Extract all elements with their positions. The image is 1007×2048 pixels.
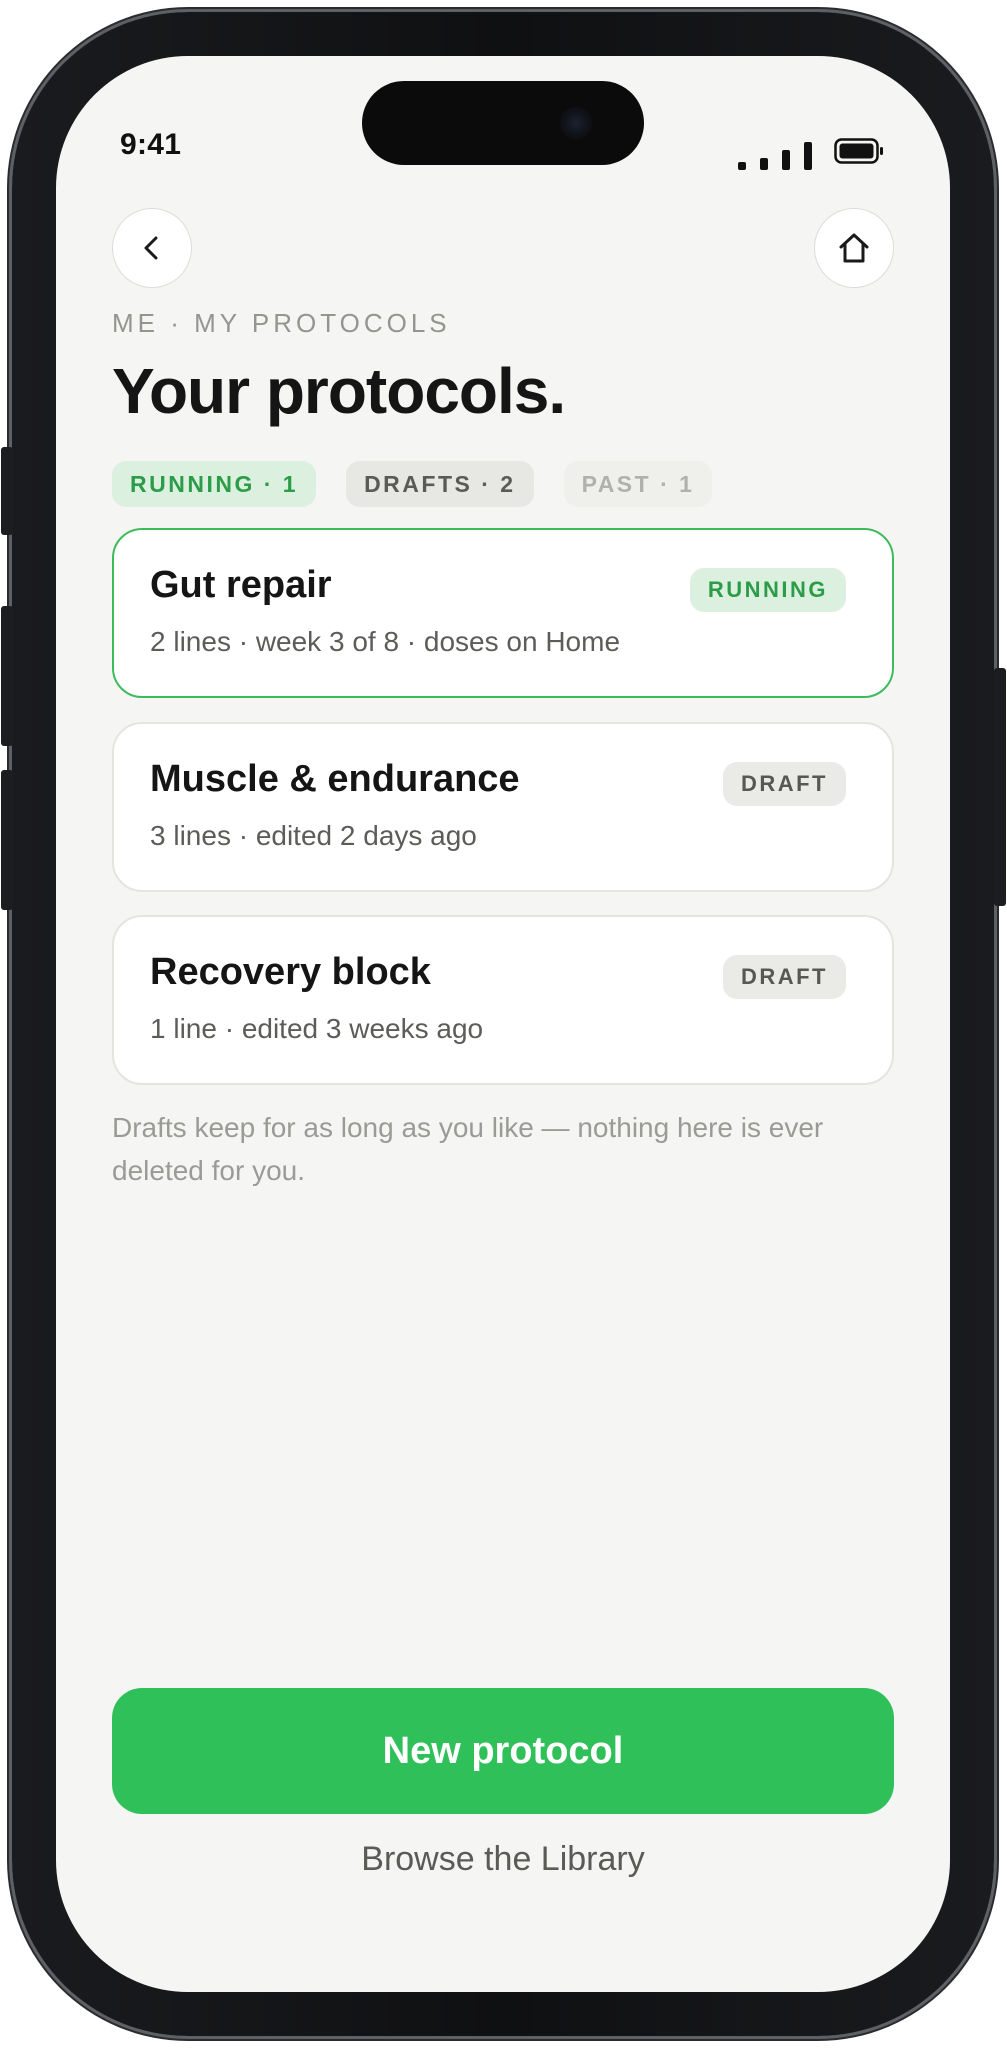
drafts-note: Drafts keep for as long as you like — no… — [112, 1112, 824, 1186]
chevron-left-icon — [144, 236, 158, 260]
protocol-meta: 2 lines · week 3 of 8 · doses on Home — [150, 626, 621, 657]
page-title: Your protocols. — [112, 355, 566, 427]
breadcrumb: ME · MY PROTOCOLS — [112, 308, 451, 338]
tab-drafts[interactable]: DRAFTS · 2 — [346, 461, 534, 507]
volume-down-button — [1, 770, 13, 910]
tab-running[interactable]: RUNNING · 1 — [112, 461, 317, 507]
screen: 9:41 ME · MY PROTOCOLS Your protocols. R… — [56, 56, 950, 1992]
protocol-meta: 3 lines · edited 2 days ago — [150, 820, 477, 851]
back-button[interactable] — [112, 208, 192, 288]
protocol-card-muscle-endurance[interactable]: Muscle & endurance 3 lines · edited 2 da… — [112, 722, 894, 892]
volume-up-button — [1, 606, 13, 746]
mute-switch — [1, 447, 13, 535]
tab-past[interactable]: PAST · 1 — [563, 461, 713, 507]
signal-icon — [738, 138, 834, 170]
protocol-card-gut-repair[interactable]: Gut repair 2 lines · week 3 of 8 · doses… — [112, 528, 894, 698]
protocol-card-recovery-block[interactable]: Recovery block 1 line · edited 3 weeks a… — [112, 915, 894, 1085]
tab-bar: RUNNING · 1 DRAFTS · 2 PAST · 1 — [112, 461, 713, 507]
protocol-title: Recovery block — [150, 951, 431, 993]
status-badge: RUNNING — [689, 568, 846, 612]
status-badge: DRAFT — [722, 762, 846, 806]
status-time: 9:41 — [120, 128, 182, 161]
status-badge: DRAFT — [722, 955, 846, 999]
new-protocol-button[interactable]: New protocol — [112, 1688, 894, 1814]
protocol-title: Muscle & endurance — [150, 758, 520, 800]
home-button[interactable] — [814, 208, 894, 288]
protocol-title: Gut repair — [150, 564, 332, 606]
browse-library-link[interactable]: Browse the Library — [112, 1840, 894, 1879]
power-button — [994, 668, 1006, 906]
home-icon — [839, 233, 869, 263]
dynamic-island — [362, 81, 644, 165]
protocol-meta: 1 line · edited 3 weeks ago — [150, 1013, 484, 1044]
camera-icon — [560, 107, 592, 139]
battery-icon — [834, 138, 883, 164]
